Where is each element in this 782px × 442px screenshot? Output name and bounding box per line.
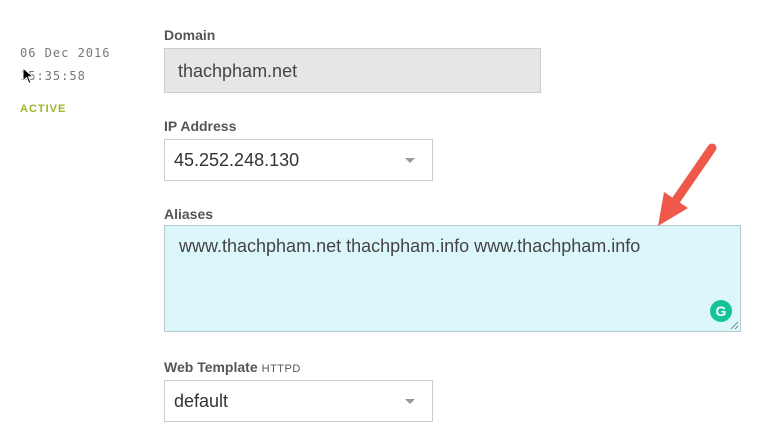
chevron-down-icon — [405, 399, 415, 404]
aliases-value: www.thachpham.net thachpham.info www.tha… — [179, 236, 641, 256]
domain-value: thachpham.net — [178, 61, 298, 81]
web-template-sublabel: HTTPD — [261, 363, 301, 375]
ip-address-label: IP Address — [164, 118, 237, 134]
mouse-cursor-icon — [22, 67, 34, 85]
aliases-textarea[interactable]: www.thachpham.net thachpham.info www.tha… — [164, 225, 741, 332]
ip-address-select[interactable]: 45.252.248.130 — [164, 139, 433, 181]
resize-handle-icon[interactable] — [730, 321, 739, 330]
domain-label: Domain — [164, 27, 216, 43]
aliases-label: Aliases — [164, 206, 214, 222]
created-date: 06 Dec 2016 — [20, 46, 111, 60]
web-template-select[interactable]: default — [164, 380, 433, 422]
web-template-value: default — [174, 391, 229, 411]
domain-field: thachpham.net — [164, 48, 541, 93]
web-template-label-text: Web Template — [164, 359, 258, 375]
ip-address-value: 45.252.248.130 — [174, 150, 300, 170]
grammarly-icon[interactable]: G — [710, 300, 732, 322]
annotation-arrow-icon — [658, 143, 717, 226]
chevron-down-icon — [405, 158, 415, 163]
grammarly-glyph: G — [715, 303, 727, 319]
web-template-label: Web Template HTTPD — [164, 359, 301, 375]
status-badge: ACTIVE — [20, 103, 67, 115]
